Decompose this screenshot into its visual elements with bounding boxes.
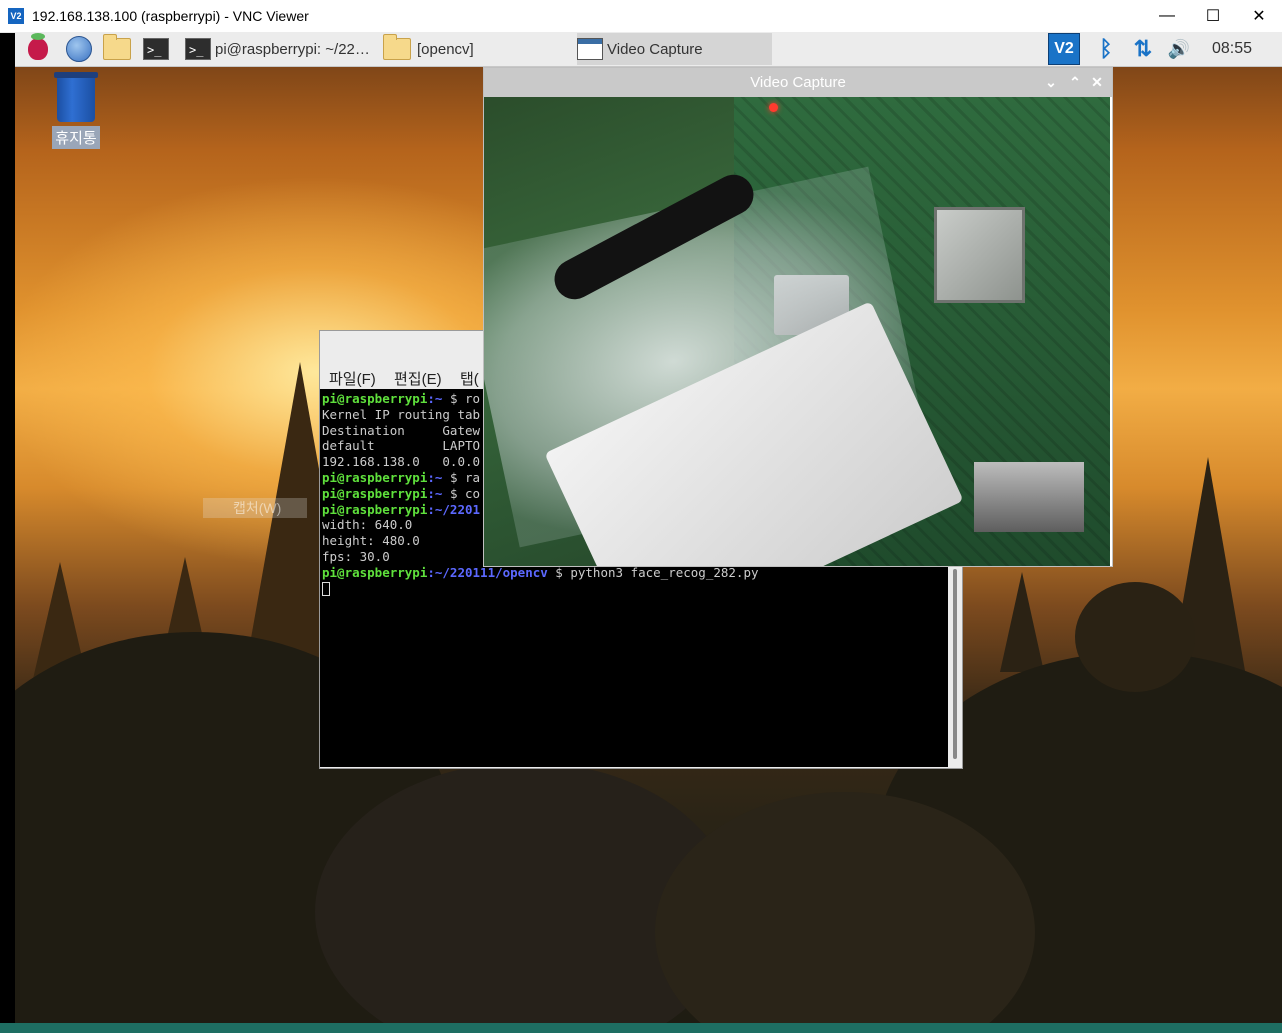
window-icon: [577, 38, 603, 60]
power-led: [769, 103, 778, 112]
taskbar-panel: >_ >_ pi@raspberrypi: ~/22… [opencv] Vid…: [15, 32, 1282, 67]
folder-icon: [383, 34, 411, 60]
task-video-capture[interactable]: Video Capture: [577, 33, 772, 65]
menu-tabs[interactable]: 탭(: [460, 368, 479, 389]
vnc-tray-icon[interactable]: V2: [1047, 32, 1081, 66]
task-label: pi@raspberrypi: ~/22…: [215, 40, 370, 58]
scrollbar-thumb[interactable]: [953, 569, 957, 759]
file-manager-icon[interactable]: [103, 34, 131, 63]
volume-icon[interactable]: 🔊: [1165, 32, 1193, 66]
trash-icon: [54, 72, 98, 122]
close-icon[interactable]: ✕: [1088, 73, 1106, 91]
vnc-logo-icon: V2: [8, 8, 24, 24]
camera-frame: [484, 97, 1110, 566]
raspberry-menu-icon[interactable]: [24, 33, 52, 63]
host-taskbar-edge: [0, 1023, 1282, 1033]
trash-desktop-icon[interactable]: 휴지통: [50, 72, 102, 149]
video-capture-titlebar[interactable]: Video Capture ⌄ ⌃ ✕: [484, 68, 1112, 97]
task-file-manager[interactable]: [opencv]: [383, 33, 573, 65]
task-label: Video Capture: [607, 40, 703, 58]
maximize-icon[interactable]: ⌃: [1066, 73, 1084, 91]
vnc-title-bar: V2 192.168.138.100 (raspberrypi) - VNC V…: [0, 0, 1282, 33]
remote-desktop[interactable]: >_ >_ pi@raspberrypi: ~/22… [opencv] Vid…: [15, 32, 1282, 1023]
maximize-button[interactable]: ☐: [1190, 0, 1236, 32]
task-terminal[interactable]: >_ pi@raspberrypi: ~/22…: [185, 33, 385, 65]
minimize-icon[interactable]: ⌄: [1042, 73, 1060, 91]
network-icon[interactable]: ⇅: [1127, 32, 1159, 66]
bluetooth-icon[interactable]: ᛒ: [1093, 32, 1119, 66]
menu-file[interactable]: 파일(F): [329, 368, 376, 389]
tree-silhouette: [1075, 582, 1195, 692]
menu-edit[interactable]: 편집(E): [394, 368, 442, 389]
terminal-icon: >_: [185, 38, 211, 60]
window-title: 192.168.138.100 (raspberrypi) - VNC View…: [32, 8, 309, 24]
terminal-prompt[interactable]: [322, 581, 948, 597]
trash-label: 휴지통: [52, 126, 100, 149]
video-capture-title: Video Capture: [750, 74, 846, 91]
terminal-line: pi@raspberrypi:~/220111/opencv $ python3…: [322, 564, 759, 580]
ghost-tooltip: 캡처(W): [203, 498, 307, 518]
clock: 08:55: [1211, 40, 1253, 57]
pagoda-silhouette: [1000, 572, 1044, 672]
minimize-button[interactable]: —: [1144, 0, 1190, 32]
processor-chip: [934, 207, 1025, 303]
web-browser-icon[interactable]: [65, 35, 93, 63]
task-label: [opencv]: [417, 40, 474, 58]
ethernet-port: [974, 462, 1084, 532]
close-button[interactable]: ✕: [1236, 0, 1282, 32]
terminal-launcher-icon[interactable]: >_: [142, 35, 170, 63]
video-capture-window[interactable]: Video Capture ⌄ ⌃ ✕: [483, 67, 1113, 567]
text-cursor: [322, 582, 330, 597]
